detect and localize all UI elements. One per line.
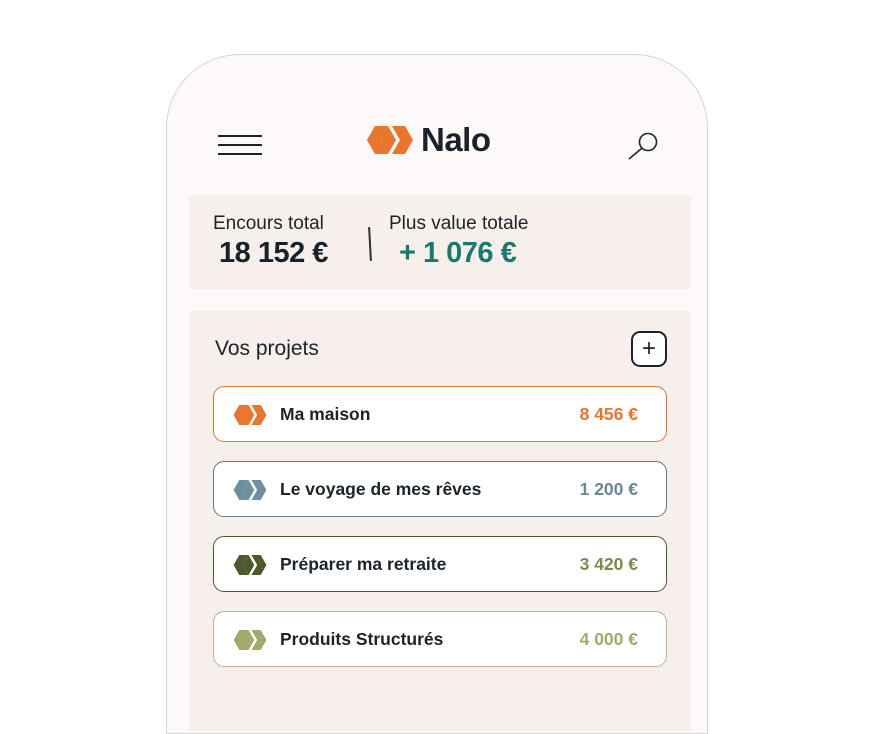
project-amount: 4 000 € xyxy=(579,629,638,649)
project-amount: 1 200 € xyxy=(579,479,638,499)
project-logo-icon xyxy=(233,555,267,575)
total-label: Encours total xyxy=(213,213,324,234)
plus-icon: + xyxy=(641,335,656,362)
gain-value: + 1 076 € xyxy=(399,237,517,269)
projects-title: Vos projets xyxy=(215,337,319,360)
summary-divider xyxy=(368,226,372,262)
nalo-logo-icon xyxy=(367,126,413,154)
projects-panel: Vos projets + Ma maison 8 456 € Le voyag… xyxy=(189,311,691,731)
portfolio-summary: Encours total 18 152 € Plus value totale… xyxy=(189,195,691,289)
project-card-produits-structures[interactable]: Produits Structurés 4 000 € xyxy=(213,611,667,667)
phone-frame: Nalo Encours total 18 152 € Plus value t… xyxy=(166,54,708,734)
project-name: Le voyage de mes rêves xyxy=(280,479,482,499)
total-value: 18 152 € xyxy=(219,237,328,269)
project-logo-icon xyxy=(233,405,267,425)
project-card-retraite[interactable]: Préparer ma retraite 3 420 € xyxy=(213,536,667,592)
project-name: Ma maison xyxy=(280,404,371,424)
project-name: Préparer ma retraite xyxy=(280,554,447,574)
total-block: Encours total 18 152 € xyxy=(213,213,328,270)
project-amount: 3 420 € xyxy=(579,554,638,574)
brand-logo: Nalo xyxy=(367,121,491,158)
brand-name: Nalo xyxy=(421,121,491,158)
project-card-voyage[interactable]: Le voyage de mes rêves 1 200 € xyxy=(213,461,667,517)
project-amount: 8 456 € xyxy=(579,404,638,424)
project-logo-icon xyxy=(233,480,267,500)
search-icon[interactable] xyxy=(627,129,661,163)
project-logo-icon xyxy=(233,630,267,650)
gain-block: Plus value totale + 1 076 € xyxy=(389,213,528,270)
gain-label: Plus value totale xyxy=(389,213,529,234)
project-name: Produits Structurés xyxy=(280,629,444,649)
add-project-button[interactable]: + xyxy=(631,331,667,367)
menu-icon[interactable] xyxy=(218,135,264,157)
project-card-ma-maison[interactable]: Ma maison 8 456 € xyxy=(213,386,667,442)
